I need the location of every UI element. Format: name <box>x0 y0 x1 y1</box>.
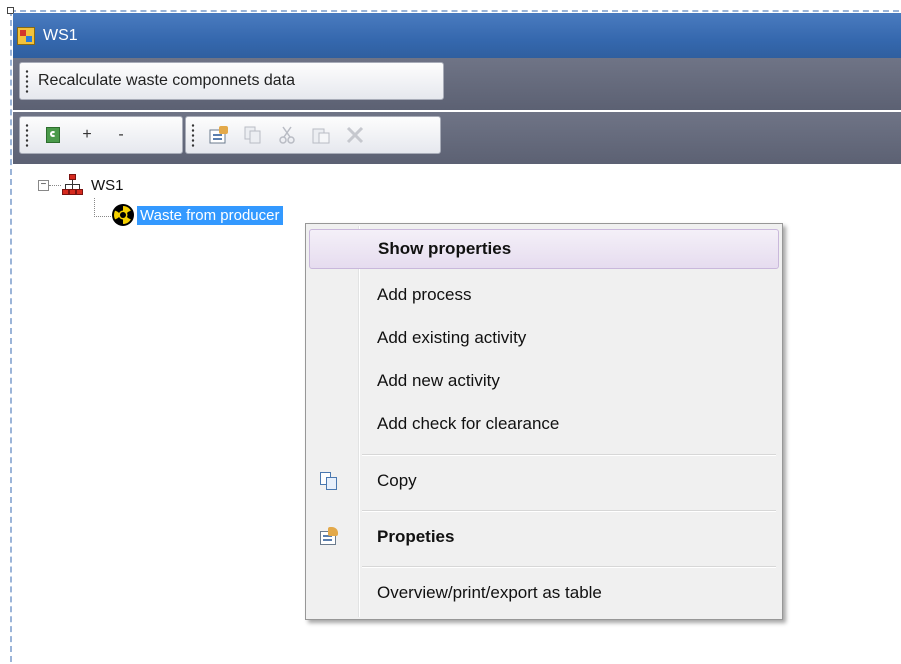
properties-icon <box>319 527 339 547</box>
refresh-icon <box>46 127 60 143</box>
tree-connector <box>49 184 61 186</box>
toolbar-group-edit <box>185 116 441 154</box>
menu-item-label: Add check for clearance <box>377 414 560 433</box>
tree-node-root[interactable]: − WS1 <box>38 174 127 196</box>
toolstrip-grip-icon[interactable] <box>191 123 195 147</box>
toolstrip-grip-icon[interactable] <box>25 69 29 93</box>
toolbar-group-tree: + - <box>19 116 183 154</box>
collapse-node-icon[interactable]: − <box>38 179 49 191</box>
menu-item-add-new-activity[interactable]: Add new activity <box>309 361 779 401</box>
menu-item-label: Show properties <box>378 239 512 258</box>
cut-button[interactable] <box>276 124 298 146</box>
menu-item-label: Add new activity <box>377 371 500 390</box>
menu-separator <box>362 454 776 456</box>
menu-separator <box>362 510 776 512</box>
paste-button[interactable] <box>310 124 332 146</box>
delete-icon <box>346 126 364 144</box>
toolstrip-recalculate: Recalculate waste componnets data <box>13 58 901 110</box>
collapse-button[interactable]: - <box>110 124 132 146</box>
window-titlebar: WS1 <box>13 13 901 58</box>
tree-node-root-label: WS1 <box>91 176 124 194</box>
menu-item-add-process[interactable]: Add process <box>309 275 779 315</box>
copy-icon <box>244 126 261 144</box>
cut-icon <box>279 126 295 144</box>
delete-button[interactable] <box>344 124 366 146</box>
menu-item-show-properties[interactable]: Show properties <box>309 229 779 269</box>
menu-separator <box>362 566 776 568</box>
expand-button[interactable]: + <box>76 124 98 146</box>
radiation-icon <box>112 204 134 226</box>
tree-connector <box>94 198 111 217</box>
menu-item-overview-print-export[interactable]: Overview/print/export as table <box>309 573 779 613</box>
menu-item-label: Propeties <box>377 527 455 546</box>
menu-item-copy[interactable]: Copy <box>309 461 779 501</box>
copy-button[interactable] <box>242 124 264 146</box>
paste-icon <box>312 128 330 144</box>
recalculate-button-label: Recalculate waste componnets data <box>38 72 296 89</box>
menu-item-label: Overview/print/export as table <box>377 583 602 602</box>
tree-node-waste-from-producer[interactable]: Waste from producer <box>112 204 283 226</box>
menu-item-add-check-for-clearance[interactable]: Add check for clearance <box>309 404 779 444</box>
toolstrip-actions: + - <box>13 112 901 164</box>
properties-button[interactable] <box>208 124 230 146</box>
menu-item-label: Add process <box>377 285 472 304</box>
toolstrip-grip-icon[interactable] <box>25 123 29 147</box>
menu-item-label: Copy <box>377 471 417 490</box>
refresh-button[interactable] <box>42 124 64 146</box>
tree-node-waste-label: Waste from producer <box>137 205 283 225</box>
context-menu: Show properties Add process Add existing… <box>305 223 783 620</box>
network-tree-icon <box>62 174 84 196</box>
menu-item-properties[interactable]: Propeties <box>309 517 779 557</box>
properties-icon <box>209 126 228 144</box>
app-window-icon <box>17 26 35 45</box>
copy-icon <box>319 471 339 491</box>
recalculate-button[interactable]: Recalculate waste componnets data <box>19 62 444 100</box>
menu-item-label: Add existing activity <box>377 328 527 347</box>
window-title: WS1 <box>43 26 78 44</box>
menu-item-add-existing-activity[interactable]: Add existing activity <box>309 318 779 358</box>
